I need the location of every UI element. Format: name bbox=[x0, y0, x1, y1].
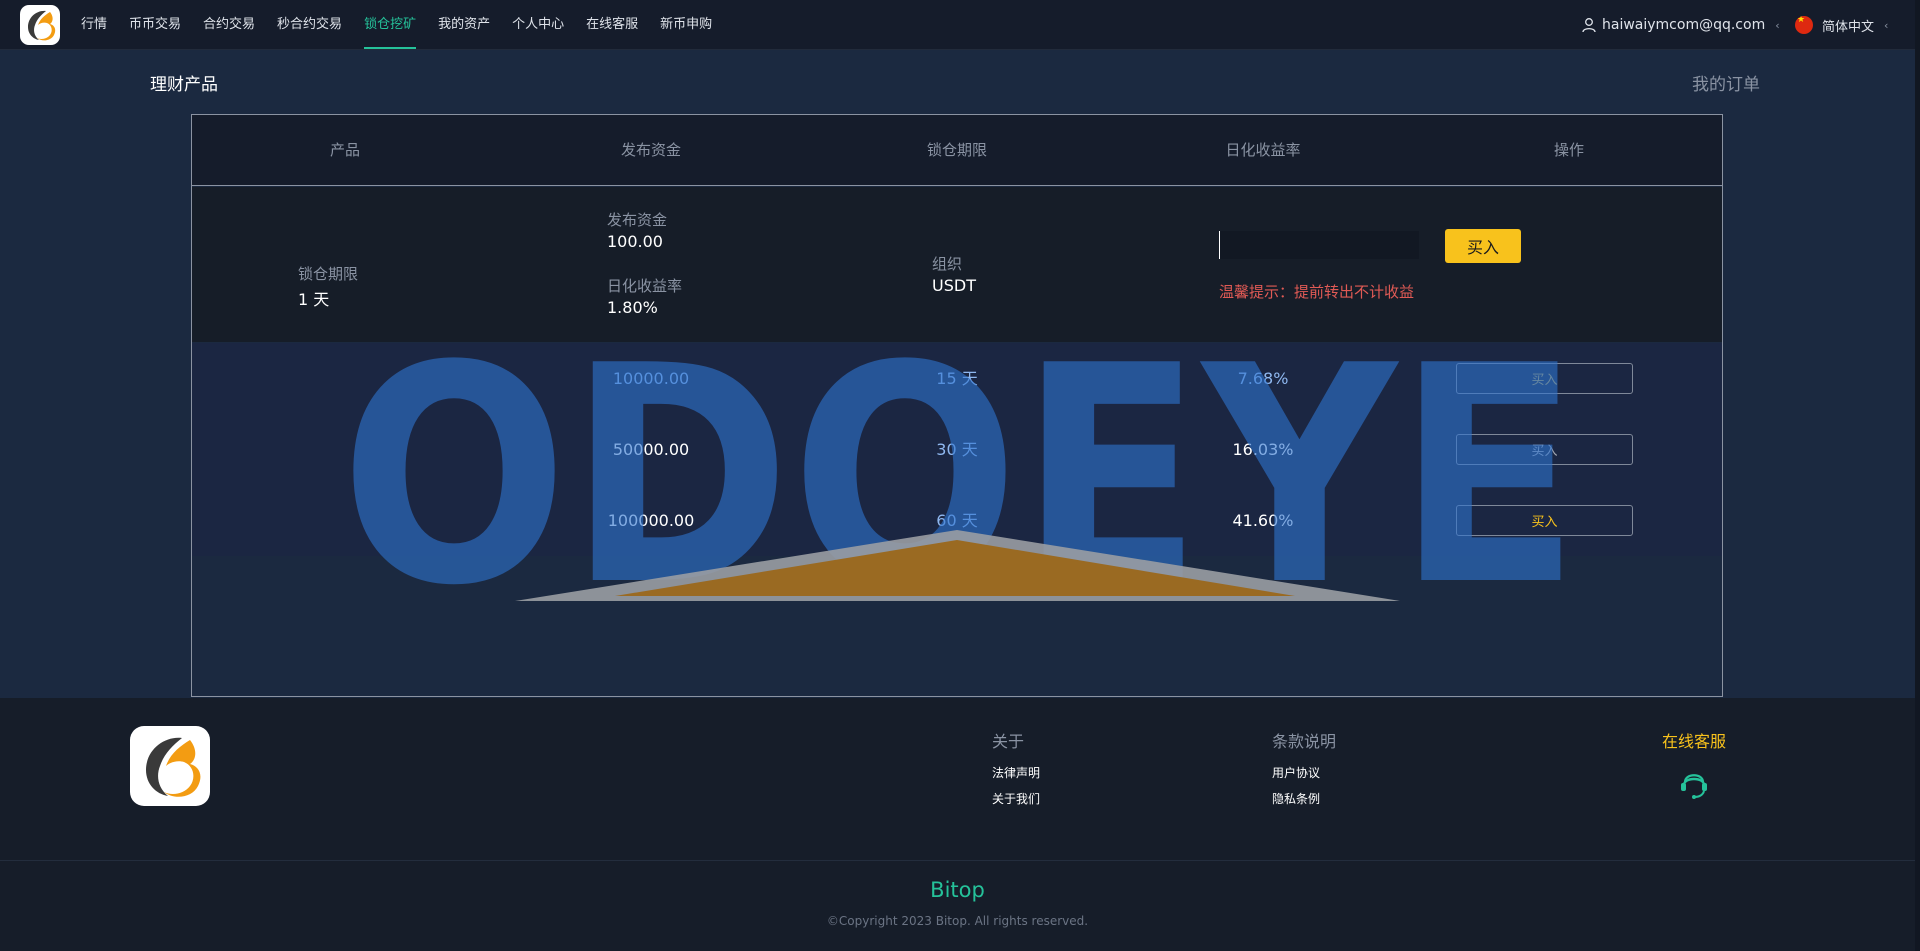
footer-link-user-agreement[interactable]: 用户协议 bbox=[1272, 764, 1320, 781]
table-row: 50000.00 30 天 16.03% 买入 bbox=[192, 414, 1722, 485]
chevron-left-icon: ‹ bbox=[1775, 18, 1780, 32]
lock-term-label: 锁仓期限 bbox=[298, 265, 359, 283]
nav-item-spot-trading[interactable]: 币币交易 bbox=[118, 0, 192, 50]
page-title: 理财产品 bbox=[150, 75, 218, 95]
org-value: USDT bbox=[932, 276, 976, 295]
bitop-logo-icon bbox=[146, 737, 201, 797]
table-header: 产品 发布资金 锁仓期限 日化收益率 操作 bbox=[192, 115, 1722, 186]
row-term: 30 天 bbox=[936, 440, 978, 459]
table-row: 10000.00 15 天 7.68% 买入 bbox=[192, 343, 1722, 414]
warm-tip: 温馨提示：提前转出不计收益 bbox=[1219, 283, 1415, 301]
nav-item-my-assets[interactable]: 我的资产 bbox=[427, 0, 501, 50]
top-navigation-bar: 行情 币币交易 合约交易 秒合约交易 锁仓挖矿 我的资产 个人中心 在线客服 新… bbox=[0, 0, 1920, 50]
row-amount: 100000.00 bbox=[607, 511, 695, 530]
language-selector[interactable]: 简体中文 ‹ bbox=[1795, 0, 1888, 50]
bitop-logo-icon bbox=[28, 10, 56, 41]
header-fund: 发布资金 bbox=[620, 141, 681, 159]
row-amount: 10000.00 bbox=[612, 369, 690, 388]
footer-link-legal[interactable]: 法律声明 bbox=[992, 764, 1040, 781]
buy-button[interactable]: 买入 bbox=[1445, 229, 1521, 263]
fund-label: 发布资金 bbox=[607, 211, 668, 229]
user-icon bbox=[1582, 18, 1596, 33]
nav-item-market[interactable]: 行情 bbox=[70, 0, 118, 50]
row-term: 15 天 bbox=[936, 369, 978, 388]
daily-rate-label: 日化收益率 bbox=[607, 277, 683, 295]
header-lock-term: 锁仓期限 bbox=[926, 141, 987, 159]
header-action: 操作 bbox=[1553, 141, 1584, 159]
row-rate: 7.68% bbox=[1237, 369, 1289, 388]
row-buy-button[interactable]: 买入 bbox=[1456, 363, 1633, 394]
amount-input[interactable] bbox=[1219, 231, 1419, 259]
product-rows: 10000.00 15 天 7.68% 买入 50000.00 30 天 16.… bbox=[192, 343, 1722, 556]
footer-online-service[interactable]: 在线客服 bbox=[1662, 728, 1726, 752]
china-flag-icon bbox=[1795, 16, 1813, 34]
row-buy-button[interactable]: 买入 bbox=[1456, 505, 1633, 536]
page-scrollbar[interactable] bbox=[1915, 0, 1920, 951]
footer-terms-title: 条款说明 bbox=[1272, 732, 1337, 751]
footer-copyright: ©Copyright 2023 Bitop. All rights reserv… bbox=[826, 914, 1089, 928]
nav-item-contract-trading[interactable]: 合约交易 bbox=[192, 0, 266, 50]
row-amount: 50000.00 bbox=[612, 440, 690, 459]
footer-divider bbox=[0, 860, 1920, 861]
expanded-product-detail: 锁仓期限 1 天 发布资金 100.00 日化收益率 1.80% 组织 USDT… bbox=[192, 187, 1722, 342]
footer-logo bbox=[130, 726, 210, 806]
headset-icon[interactable] bbox=[1677, 767, 1711, 801]
footer-link-about-us[interactable]: 关于我们 bbox=[992, 790, 1040, 807]
my-orders-link[interactable]: 我的订单 bbox=[1692, 70, 1760, 95]
nav-item-second-contract[interactable]: 秒合约交易 bbox=[266, 0, 353, 50]
user-menu[interactable]: haiwaiymcom@qq.com ‹ bbox=[1581, 0, 1780, 50]
header-daily-rate: 日化收益率 bbox=[1225, 141, 1301, 159]
org-label: 组织 bbox=[932, 255, 963, 273]
table-row: 100000.00 60 天 41.60% 买入 bbox=[192, 485, 1722, 556]
footer-link-privacy[interactable]: 隐私条例 bbox=[1272, 790, 1320, 807]
footer: 关于 法律声明 关于我们 条款说明 用户协议 隐私条例 在线客服 Bitop ©… bbox=[0, 698, 1920, 951]
nav-item-personal-center[interactable]: 个人中心 bbox=[501, 0, 575, 50]
row-term: 60 天 bbox=[936, 511, 978, 530]
lock-term-value: 1 天 bbox=[298, 290, 330, 309]
product-table: 产品 发布资金 锁仓期限 日化收益率 操作 锁仓期限 1 天 发布资金 100.… bbox=[191, 114, 1723, 697]
footer-about-title: 关于 bbox=[992, 732, 1025, 751]
nav-item-new-coin[interactable]: 新币申购 bbox=[649, 0, 723, 50]
user-email: haiwaiymcom@qq.com bbox=[1602, 17, 1766, 33]
chevron-left-icon: ‹ bbox=[1884, 18, 1889, 32]
daily-rate-value: 1.80% bbox=[607, 298, 658, 317]
header-product: 产品 bbox=[329, 141, 360, 159]
main-nav: 行情 币币交易 合约交易 秒合约交易 锁仓挖矿 我的资产 个人中心 在线客服 新… bbox=[70, 0, 723, 50]
site-logo[interactable] bbox=[20, 5, 60, 45]
nav-item-online-service[interactable]: 在线客服 bbox=[575, 0, 649, 50]
footer-brand: Bitop bbox=[930, 878, 985, 902]
row-buy-button[interactable]: 买入 bbox=[1456, 434, 1633, 465]
fund-value: 100.00 bbox=[607, 232, 663, 251]
language-label: 简体中文 bbox=[1822, 19, 1875, 35]
row-rate: 16.03% bbox=[1232, 440, 1294, 459]
nav-item-lock-mining[interactable]: 锁仓挖矿 bbox=[353, 0, 427, 50]
row-rate: 41.60% bbox=[1232, 511, 1294, 530]
